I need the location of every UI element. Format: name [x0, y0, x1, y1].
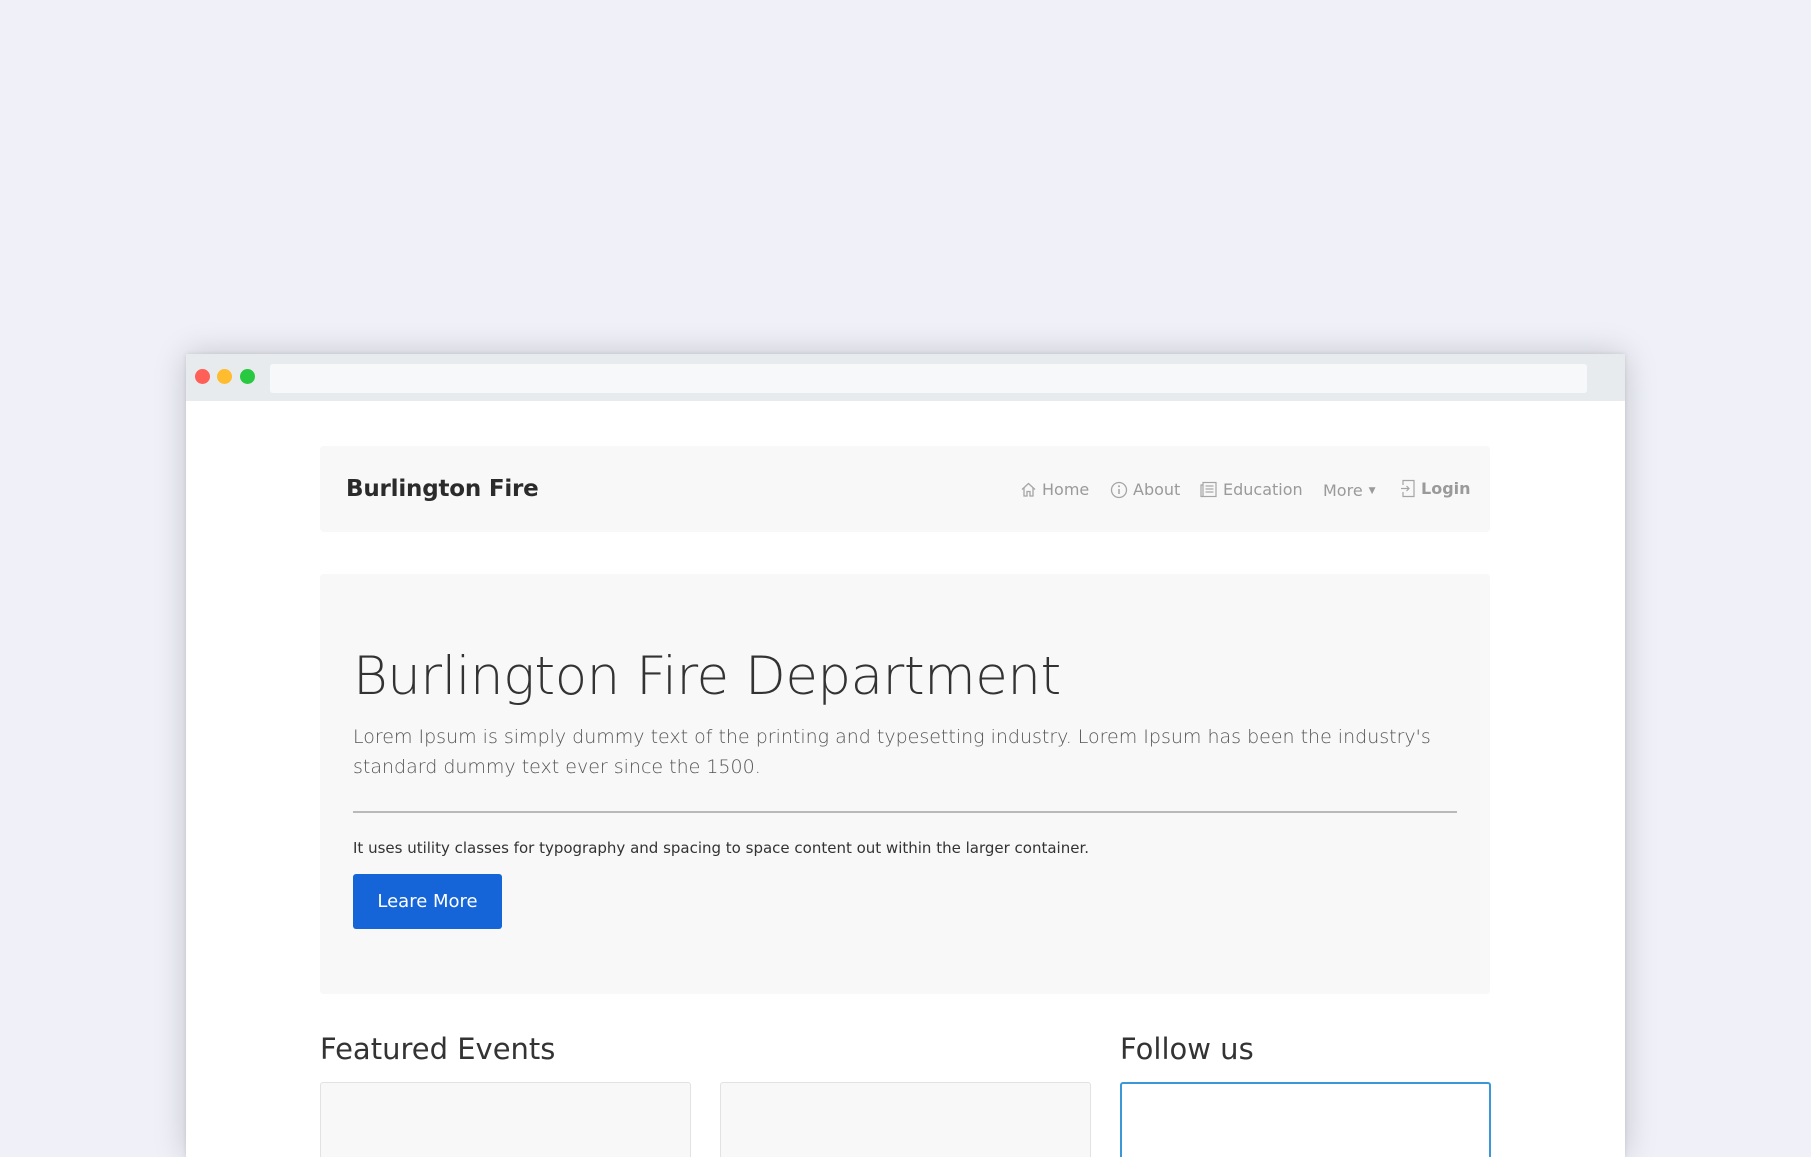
navbar: Burlington Fire Home About Education Mor… [320, 446, 1490, 532]
nav-item-label: More [1323, 481, 1363, 500]
browser-window: Burlington Fire Home About Education Mor… [186, 354, 1625, 1157]
nav-item-label: Home [1042, 480, 1090, 499]
follow-us-widget[interactable] [1120, 1082, 1491, 1157]
window-titlebar [186, 354, 1625, 401]
event-card[interactable] [720, 1082, 1091, 1157]
navbar-brand[interactable]: Burlington Fire [346, 476, 539, 502]
nav-item-home[interactable]: Home [1020, 480, 1089, 499]
learn-more-button[interactable]: Leare More [353, 874, 502, 929]
caret-down-icon: ▼ [1368, 485, 1376, 496]
jumbotron: Burlington Fire Department Lorem Ipsum i… [320, 574, 1490, 994]
nav-item-login[interactable]: Login [1400, 479, 1471, 498]
address-bar[interactable] [270, 364, 1587, 393]
nav-item-label: Education [1223, 480, 1303, 499]
nav-item-more-dropdown[interactable]: More ▼ [1323, 481, 1376, 500]
info-icon [1110, 481, 1128, 498]
maximize-window-button[interactable] [240, 369, 255, 384]
lead-text: Lorem Ipsum is simply dummy text of the … [353, 726, 1431, 778]
featured-events-heading: Featured Events [320, 1032, 556, 1066]
nav-item-label: Login [1421, 479, 1471, 498]
note-text: It uses utility classes for typography a… [353, 839, 1089, 857]
event-card[interactable] [320, 1082, 691, 1157]
follow-us-heading: Follow us [1120, 1032, 1254, 1066]
close-window-button[interactable] [195, 369, 210, 384]
page-title: Burlington Fire Department [353, 646, 1061, 707]
newspaper-icon [1200, 481, 1217, 498]
nav-item-education[interactable]: Education [1200, 480, 1303, 499]
page-content: Burlington Fire Home About Education Mor… [186, 401, 1625, 1157]
login-icon [1401, 479, 1415, 498]
home-icon [1021, 482, 1036, 497]
minimize-window-button[interactable] [217, 369, 232, 384]
nav-item-label: About [1133, 480, 1181, 499]
divider [353, 811, 1457, 813]
nav-item-about[interactable]: About [1110, 480, 1180, 499]
